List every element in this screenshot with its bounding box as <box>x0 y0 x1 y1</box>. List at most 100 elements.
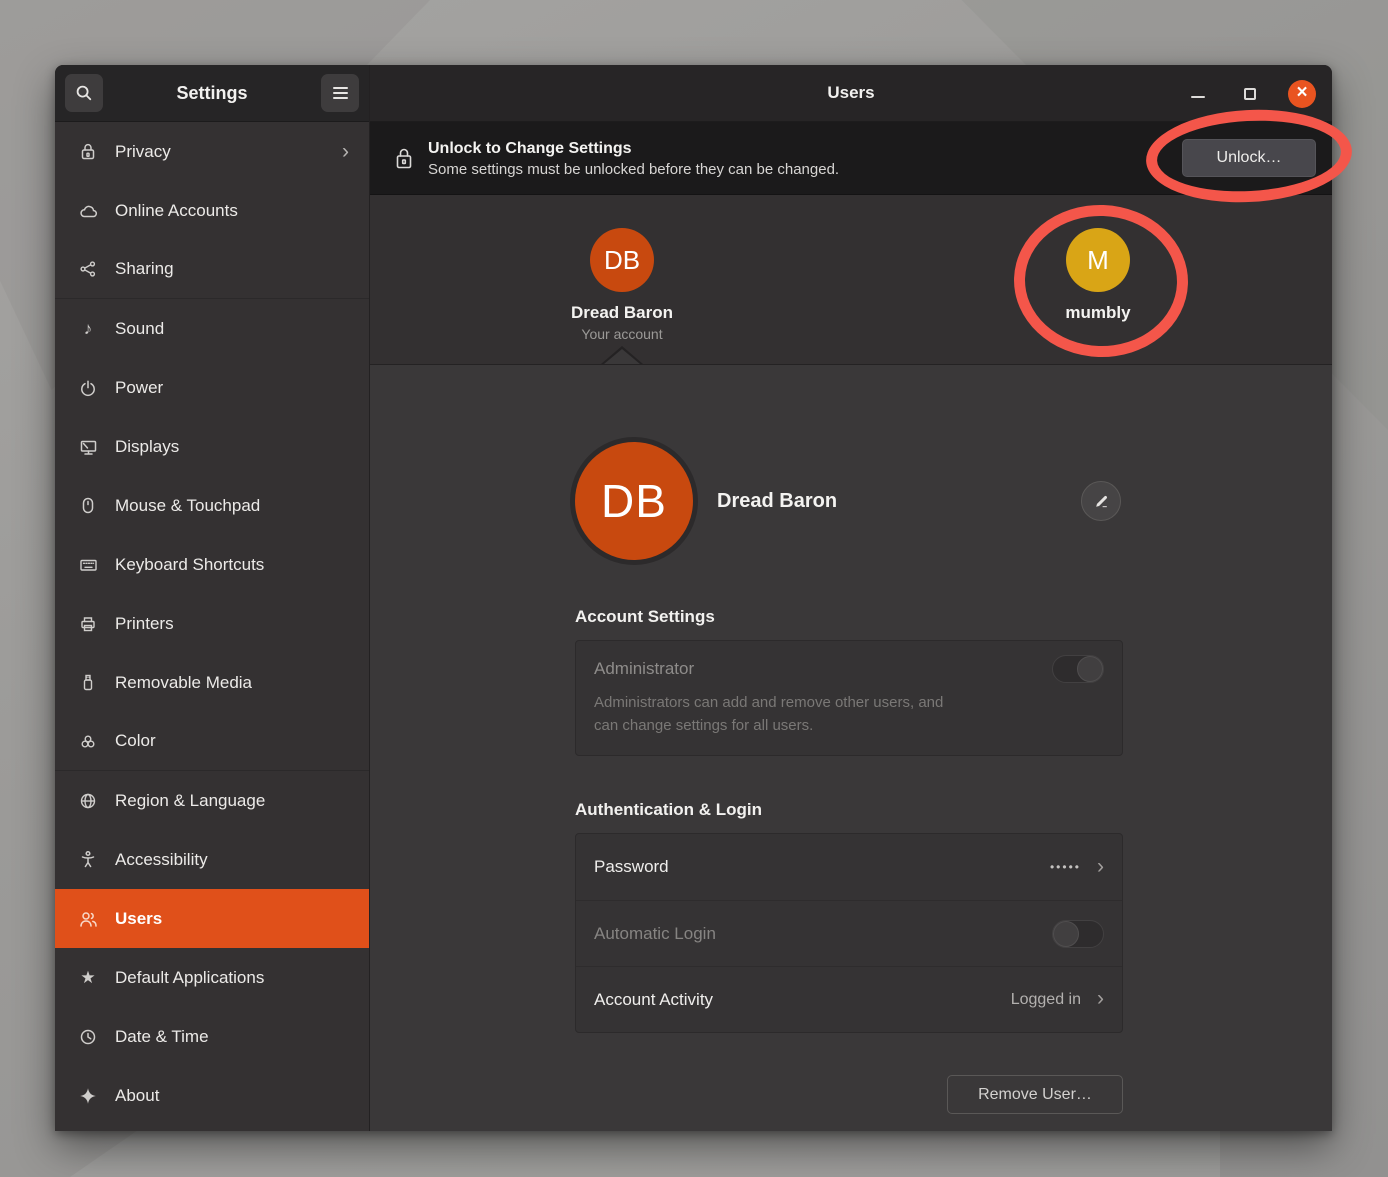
administrator-label: Administrator <box>594 659 694 679</box>
authentication-card: Password ••••• › Automatic Login Acco <box>575 833 1123 1033</box>
sidebar-item-about[interactable]: About <box>55 1066 369 1125</box>
sidebar-item-label: Accessibility <box>115 850 208 870</box>
maximize-icon <box>1244 88 1256 100</box>
sidebar-item-label: Keyboard Shortcuts <box>115 555 264 575</box>
sidebar-item-label: Region & Language <box>115 791 265 811</box>
sidebar-item-keyboard-shortcuts[interactable]: Keyboard Shortcuts <box>55 535 369 594</box>
sidebar-item-label: About <box>115 1086 159 1106</box>
chevron-right-icon: › <box>342 141 349 162</box>
globe-icon <box>77 792 99 810</box>
unlock-banner: Unlock to Change Settings Some settings … <box>370 122 1332 195</box>
power-icon <box>77 379 99 397</box>
sidebar-item-sound[interactable]: ♪ Sound <box>55 299 369 358</box>
usb-drive-icon <box>77 673 99 692</box>
titlebar[interactable]: Users × <box>370 65 1332 122</box>
user-detail-panel: DB Dread Baron Account Settings <box>370 365 1332 1131</box>
users-icon <box>77 910 99 928</box>
sidebar-item-removable-media[interactable]: Removable Media <box>55 653 369 712</box>
sidebar-item-label: Displays <box>115 437 179 457</box>
primary-menu-button[interactable] <box>321 74 359 112</box>
unlock-button[interactable]: Unlock… <box>1182 139 1316 177</box>
user-chip-mumbly[interactable]: M mumbly <box>998 228 1198 323</box>
user-carousel: DB Dread Baron Your account M mumbly <box>370 195 1332 365</box>
user-name: Dread Baron <box>571 303 673 323</box>
clock-icon <box>77 1028 99 1046</box>
sidebar-item-label: Privacy <box>115 142 171 162</box>
search-button[interactable] <box>65 74 103 112</box>
app-title: Settings <box>103 83 321 104</box>
account-activity-value: Logged in <box>1011 991 1081 1009</box>
unlock-banner-text: Unlock to Change Settings Some settings … <box>428 138 839 177</box>
sidebar-item-accessibility[interactable]: Accessibility <box>55 830 369 889</box>
sidebar-item-privacy[interactable]: Privacy › <box>55 122 369 181</box>
sidebar-item-printers[interactable]: Printers <box>55 594 369 653</box>
sidebar-item-online-accounts[interactable]: Online Accounts <box>55 181 369 240</box>
chevron-right-icon: › <box>1097 856 1104 877</box>
lock-icon <box>77 142 99 161</box>
sidebar-item-label: Default Applications <box>115 968 264 988</box>
toggle-knob <box>1077 656 1103 682</box>
settings-window: Settings Privacy › <box>55 65 1332 1131</box>
sidebar-item-power[interactable]: Power <box>55 358 369 417</box>
profile-avatar[interactable]: DB <box>575 442 693 560</box>
selected-user-pointer <box>604 349 640 364</box>
sidebar-item-color[interactable]: Color <box>55 712 369 771</box>
automatic-login-row: Automatic Login <box>576 900 1122 966</box>
minimize-button[interactable] <box>1184 80 1212 108</box>
user-name: mumbly <box>1065 303 1130 323</box>
account-activity-row[interactable]: Account Activity Logged in › <box>576 966 1122 1032</box>
sidebar-item-sharing[interactable]: Sharing <box>55 240 369 299</box>
lock-icon <box>394 146 414 171</box>
rename-user-button[interactable] <box>1081 481 1121 521</box>
window-controls: × <box>1184 65 1316 122</box>
avatar: M <box>1066 228 1130 292</box>
administrator-description: Administrators can add and remove other … <box>594 692 1104 737</box>
sidebar-header: Settings <box>55 65 369 122</box>
sidebar-item-displays[interactable]: Displays <box>55 417 369 476</box>
profile-row: DB Dread Baron <box>575 439 1123 563</box>
sidebar-item-label: Removable Media <box>115 673 252 693</box>
main-pane: Users × Unlock to Change Settings Some s… <box>370 65 1332 1131</box>
sidebar-item-users[interactable]: Users <box>55 889 369 948</box>
administrator-toggle[interactable] <box>1052 655 1104 683</box>
close-button[interactable]: × <box>1288 80 1316 108</box>
sidebar-item-default-applications[interactable]: ★ Default Applications <box>55 948 369 1007</box>
sidebar-item-region-language[interactable]: Region & Language <box>55 771 369 830</box>
user-subtitle: Your account <box>581 326 662 342</box>
share-icon <box>77 260 99 278</box>
sidebar-item-label: Color <box>115 731 156 751</box>
music-note-icon: ♪ <box>77 320 99 337</box>
account-settings-card: Administrator Administrators can add and… <box>575 640 1123 756</box>
chevron-right-icon: › <box>1097 988 1104 1009</box>
accessibility-icon <box>77 850 99 869</box>
section-heading-authentication: Authentication & Login <box>575 800 1123 820</box>
minimize-icon <box>1191 96 1205 98</box>
automatic-login-toggle[interactable] <box>1052 920 1104 948</box>
sidebar-item-mouse-touchpad[interactable]: Mouse & Touchpad <box>55 476 369 535</box>
maximize-button[interactable] <box>1236 80 1264 108</box>
sidebar-item-date-time[interactable]: Date & Time <box>55 1007 369 1066</box>
sidebar-item-label: Printers <box>115 614 174 634</box>
cloud-icon <box>77 202 99 220</box>
printer-icon <box>77 615 99 633</box>
password-value: ••••• <box>1050 860 1081 874</box>
star-icon: ★ <box>77 969 99 986</box>
search-icon <box>75 84 93 102</box>
sidebar-item-label: Mouse & Touchpad <box>115 496 260 516</box>
sidebar-item-label: Online Accounts <box>115 201 238 221</box>
toggle-knob <box>1053 921 1079 947</box>
profile-name: Dread Baron <box>717 490 837 513</box>
section-heading-account-settings: Account Settings <box>575 607 1123 627</box>
password-row[interactable]: Password ••••• › <box>576 834 1122 900</box>
remove-user-button[interactable]: Remove User… <box>947 1075 1123 1114</box>
sidebar-list: Privacy › Online Accounts S <box>55 122 369 1131</box>
sparkle-icon <box>77 1087 99 1105</box>
pencil-icon <box>1093 493 1110 510</box>
hamburger-icon <box>333 87 348 99</box>
user-chip-dread-baron[interactable]: DB Dread Baron Your account <box>522 228 722 342</box>
sidebar: Settings Privacy › <box>55 65 370 1131</box>
unlock-banner-title: Unlock to Change Settings <box>428 138 839 160</box>
mouse-icon <box>77 496 99 515</box>
automatic-login-label: Automatic Login <box>594 924 716 944</box>
sidebar-item-label: Users <box>115 909 162 929</box>
